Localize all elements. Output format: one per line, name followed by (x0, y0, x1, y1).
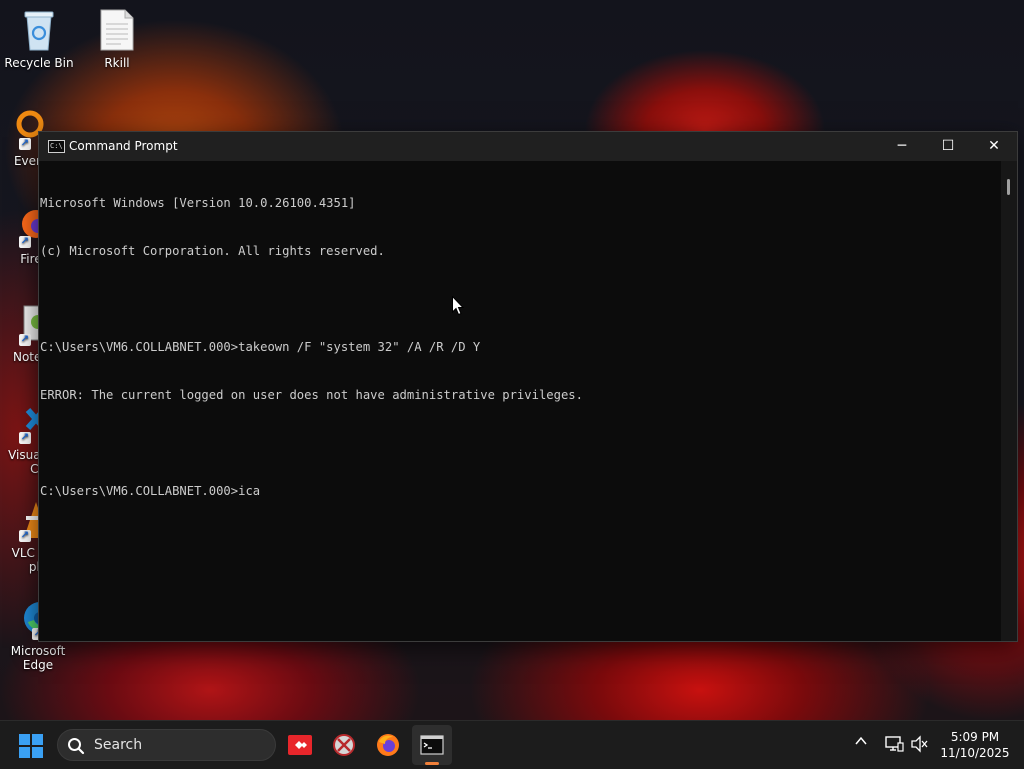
taskbar-clock[interactable]: 5:09 PM 11/10/2025 (940, 729, 1010, 761)
command-prompt-window[interactable]: C:\ Command Prompt ─ ☐ ✕ Microsoft Windo… (38, 131, 1018, 642)
shortcut-arrow-icon: ↗ (19, 138, 31, 150)
desktop: Recycle Bin Rkill ↗ Every ↗ Fire ↗ Notep… (0, 0, 1024, 720)
desktop-icon-label: Rkill (104, 56, 130, 70)
window-titlebar[interactable]: C:\ Command Prompt ─ ☐ ✕ (39, 132, 1017, 161)
desktop-icon-recycle-bin[interactable]: Recycle Bin (1, 8, 77, 70)
windows-logo-icon (19, 734, 43, 758)
firefox-icon (377, 734, 399, 756)
chevron-up-icon (855, 736, 867, 745)
show-hidden-icons-button[interactable] (853, 733, 869, 753)
network-icon (885, 736, 904, 752)
network-status-button[interactable] (884, 735, 904, 757)
desktop-icon-rkill[interactable]: Rkill (79, 8, 155, 70)
console-line: Microsoft Windows [Version 10.0.26100.43… (40, 196, 356, 210)
console-line: C:\Users\VM6.COLLABNET.000>takeown /F "s… (40, 340, 481, 354)
clock-time: 5:09 PM (950, 730, 1000, 744)
mouse-pointer-icon (452, 295, 465, 316)
volume-button[interactable] (910, 735, 930, 757)
console-input-line[interactable]: C:\Users\VM6.COLLABNET.000>ica (40, 483, 1001, 499)
taskbar-search-box[interactable]: Search (57, 729, 276, 761)
recycle-bin-icon (19, 8, 59, 52)
taskbar: Search 5:09 PM 11/10/2025 (0, 720, 1024, 769)
anydesk-icon (288, 735, 312, 755)
taskbar-app-anydesk[interactable] (280, 725, 320, 765)
search-label: Search (94, 737, 143, 753)
clock-date: 11/10/2025 (940, 746, 1010, 760)
desktop-icon-label: Microsoft (10, 644, 66, 658)
taskbar-app-command-prompt[interactable] (412, 725, 452, 765)
shortcut-arrow-icon: ↗ (19, 530, 31, 542)
scrollbar-thumb[interactable] (1007, 179, 1010, 195)
command-prompt-icon (420, 735, 444, 755)
taskbar-app-rkill[interactable] (324, 725, 364, 765)
document-icon (97, 8, 137, 52)
console-output[interactable]: Microsoft Windows [Version 10.0.26100.43… (39, 161, 1001, 641)
command-prompt-icon: C:\ (48, 140, 65, 153)
console-line: (c) Microsoft Corporation. All rights re… (40, 244, 385, 258)
vertical-scrollbar[interactable] (1001, 161, 1017, 641)
start-button[interactable] (19, 734, 43, 758)
active-app-indicator (425, 762, 439, 765)
minimize-button[interactable]: ─ (879, 132, 925, 161)
desktop-icon-label-line2: Edge (22, 658, 54, 672)
shortcut-arrow-icon: ↗ (19, 334, 31, 346)
speaker-muted-icon (911, 735, 928, 753)
shortcut-arrow-icon: ↗ (19, 432, 31, 444)
search-icon (68, 738, 85, 755)
desktop-icon-label: Recycle Bin (4, 56, 74, 70)
rkill-icon (333, 734, 355, 756)
window-title: Command Prompt (69, 139, 178, 153)
taskbar-app-firefox[interactable] (368, 725, 408, 765)
close-button[interactable]: ✕ (971, 132, 1017, 161)
shortcut-arrow-icon: ↗ (19, 236, 31, 248)
console-line: ERROR: The current logged on user does n… (40, 388, 583, 402)
maximize-button[interactable]: ☐ (925, 132, 971, 161)
